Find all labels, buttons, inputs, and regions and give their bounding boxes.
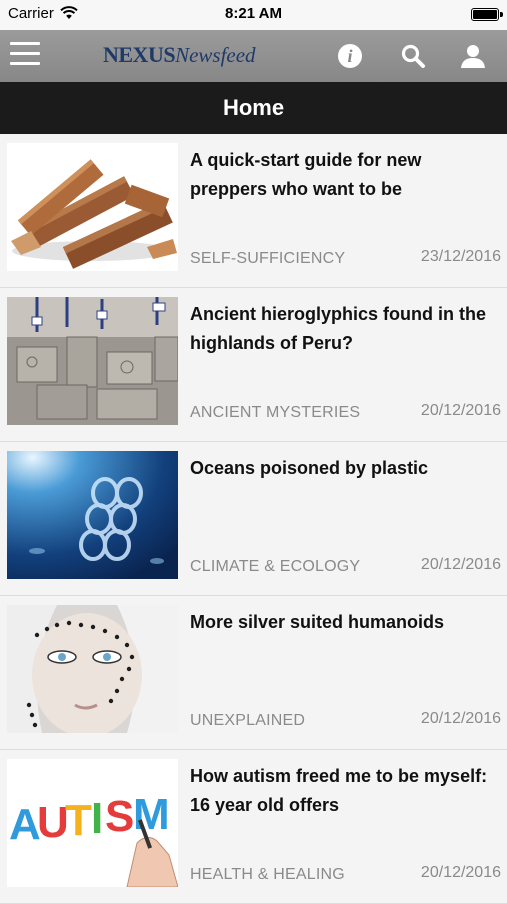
logo-nexus-text: NEXUS (103, 42, 176, 67)
firewood-logs-image[interactable] (7, 143, 178, 271)
article-item[interactable]: Ancient hieroglyphics found in the highl… (0, 288, 507, 442)
article-date: 20/12/2016 (420, 402, 501, 419)
svg-text:S: S (105, 792, 134, 841)
app-logo: NEXUSNewsfeed (103, 42, 256, 70)
autism-lettering-image[interactable]: A U T I S M (7, 759, 178, 887)
article-list: A quick-start guide for new preppers who… (0, 134, 507, 904)
battery-icon (471, 8, 499, 21)
page-title: Home (222, 95, 285, 120)
article-date: 23/12/2016 (420, 248, 501, 265)
article-headline[interactable]: A quick-start guide for new preppers who… (190, 146, 490, 204)
article-category: HEALTH & HEALING (190, 866, 345, 883)
article-category: ANCIENT MYSTERIES (190, 404, 361, 421)
article-date: 20/12/2016 (420, 556, 501, 573)
status-time: 8:21 AM (225, 5, 282, 22)
plastic-ring-underwater-image[interactable] (7, 451, 178, 579)
article-category: UNEXPLAINED (190, 712, 306, 729)
article-item[interactable]: A quick-start guide for new preppers who… (0, 134, 507, 288)
battery-tip (500, 12, 503, 17)
info-icon[interactable]: i (338, 44, 362, 68)
painted-face-image[interactable] (7, 605, 178, 733)
logo-newsfeed-text: Newsfeed (175, 43, 256, 67)
article-item[interactable]: A U T I S M How autism freed me to be my… (0, 750, 507, 904)
svg-text:A: A (9, 800, 41, 849)
article-headline[interactable]: How autism freed me to be myself: 16 yea… (190, 762, 490, 820)
article-headline[interactable]: More silver suited humanoids (190, 608, 490, 637)
article-category: SELF-SUFFICIENCY (190, 250, 346, 267)
user-icon[interactable] (460, 43, 486, 69)
svg-text:M: M (133, 790, 170, 839)
svg-text:I: I (91, 794, 103, 843)
article-headline[interactable]: Ancient hieroglyphics found in the highl… (190, 300, 490, 358)
article-item[interactable]: Oceans poisoned by plastic CLIMATE & ECO… (0, 442, 507, 596)
nav-bar: NEXUSNewsfeed i (0, 30, 507, 82)
carved-stone-blocks-image[interactable] (7, 297, 178, 425)
article-category: CLIMATE & ECOLOGY (190, 558, 361, 575)
menu-icon[interactable] (10, 42, 40, 68)
article-item[interactable]: More silver suited humanoids UNEXPLAINED… (0, 596, 507, 750)
search-icon[interactable] (400, 43, 426, 69)
status-bar: Carrier 8:21 AM (0, 0, 507, 30)
article-date: 20/12/2016 (420, 864, 501, 881)
article-headline[interactable]: Oceans poisoned by plastic (190, 454, 490, 483)
article-date: 20/12/2016 (420, 710, 501, 727)
title-bar: Home (0, 82, 507, 134)
svg-text:T: T (65, 796, 92, 845)
svg-text:U: U (37, 798, 69, 847)
